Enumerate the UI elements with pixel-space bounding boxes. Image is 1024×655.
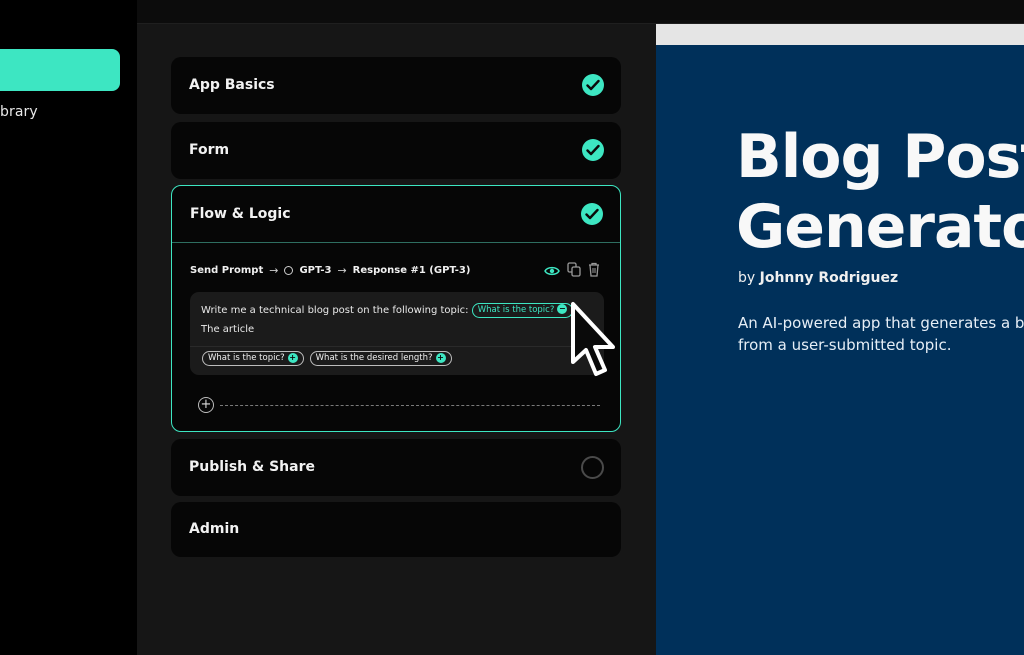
check-icon [581,203,603,225]
preview-title: Blog Post Generato [736,122,1024,262]
title-line: Generato [736,192,1024,262]
eye-icon[interactable] [544,262,560,281]
prompt-text-part: The article [201,324,255,335]
mouse-pointer-icon [568,300,620,384]
flow-step-send-prompt: Send Prompt [190,265,264,276]
variable-list: What is the topic? + What is the desired … [202,351,452,366]
pill-label: What is the desired length? [315,353,433,363]
description-line: from a user-submitted topic. [738,336,952,354]
section-publish-share[interactable]: Publish & Share [171,439,621,496]
section-title: Form [189,142,230,158]
section-title: Flow & Logic [190,206,291,222]
flow-step-response: Response #1 (GPT-3) [352,265,471,276]
preview-byline: by Johnny Rodriguez [738,270,898,286]
description-line: An AI-powered app that generates a b [738,314,1024,332]
arrow-right-icon: → [337,264,347,277]
minus-icon[interactable]: − [557,304,568,314]
app-preview: Blog Post Generato by Johnny Rodriguez A… [656,24,1024,655]
section-app-basics[interactable]: App Basics [171,57,621,114]
section-title: Publish & Share [189,459,315,475]
prompt-variable-pill[interactable]: What is the topic? − [471,302,574,318]
add-step-button[interactable]: + [198,397,214,413]
trash-icon[interactable] [588,262,600,281]
variable-pill[interactable]: What is the topic? + [202,351,304,366]
flow-step-row: Send Prompt → GPT-3 → Response #1 (GPT-3… [190,264,470,277]
incomplete-circle-icon [581,456,604,479]
preview-description: An AI-powered app that generates a b fro… [738,312,1024,356]
pill-label: What is the topic? [477,304,555,315]
title-line: Blog Post [736,122,1024,192]
variable-pill[interactable]: What is the desired length? + [309,351,452,366]
openai-icon [284,266,294,275]
section-form[interactable]: Form [171,122,621,179]
plus-icon[interactable]: + [435,352,446,363]
prompt-text[interactable]: Write me a technical blog post on the fo… [201,301,596,339]
top-bar [137,0,1024,24]
check-icon [582,74,604,96]
prompt-text-part: Write me a technical blog post on the fo… [201,305,469,316]
author-name: Johnny Rodriguez [759,270,899,286]
check-icon [582,139,604,161]
preview-header-bar [656,24,1024,45]
section-admin[interactable]: Admin [171,502,621,557]
copy-icon[interactable] [567,262,581,281]
step-toolbar [544,262,600,281]
flow-step-model: GPT-3 [299,265,332,276]
section-divider [172,242,620,243]
left-sidebar: brary [0,0,137,655]
dashed-divider [220,405,600,406]
section-title: Admin [189,521,240,537]
prompt-editor[interactable]: Write me a technical blog post on the fo… [190,292,604,375]
section-title: App Basics [189,77,275,93]
sidebar-active-item[interactable] [0,49,120,91]
sidebar-item-library[interactable]: brary [0,104,38,120]
byline-prefix: by [738,270,756,286]
pill-label: What is the topic? [208,353,285,363]
plus-icon[interactable]: + [287,352,298,363]
add-step-row: + [190,397,604,413]
section-flow-logic[interactable]: Flow & Logic Send Prompt → GPT-3 → Respo… [171,185,621,432]
prompt-divider [190,346,604,347]
arrow-right-icon: → [269,264,279,277]
